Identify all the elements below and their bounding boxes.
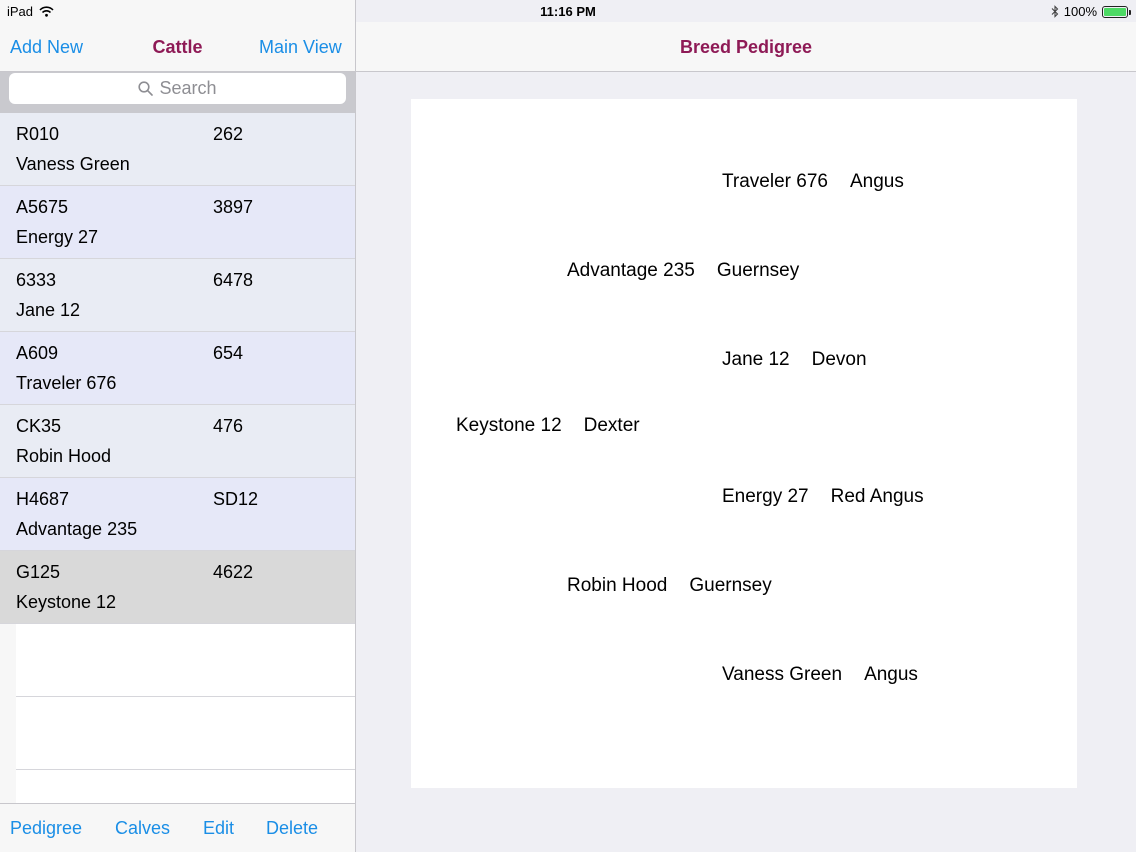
pedigree-name: Robin Hood xyxy=(567,575,668,596)
list-item-name: Keystone 12 xyxy=(16,592,117,612)
bluetooth-icon xyxy=(1051,5,1059,18)
delete-button[interactable]: Delete xyxy=(266,818,318,839)
list-item[interactable]: G125 4622 Keystone 12 xyxy=(0,551,355,624)
pedigree-dam-dam: Vaness Green Angus xyxy=(722,664,918,686)
pedigree-dam-sire: Energy 27 Red Angus xyxy=(722,486,924,508)
pedigree-button[interactable]: Pedigree xyxy=(10,818,82,839)
pedigree-breed: Guernsey xyxy=(716,260,800,281)
bottom-toolbar: Pedigree Calves Edit Delete xyxy=(0,803,355,852)
pedigree-name: Traveler 676 xyxy=(722,171,828,192)
list-item-name: Robin Hood xyxy=(16,446,112,466)
list-item-tag: G125 xyxy=(16,562,61,582)
search-input[interactable]: Search xyxy=(9,73,346,104)
list-item-name: Energy 27 xyxy=(16,227,99,247)
list-item-id: 4622 xyxy=(213,562,254,582)
pedigree-name: Jane 12 xyxy=(722,349,790,370)
pedigree-name: Energy 27 xyxy=(722,486,809,507)
list-item-id: SD12 xyxy=(213,489,259,509)
pedigree-sire-sire: Traveler 676 Angus xyxy=(722,171,904,193)
edit-button[interactable]: Edit xyxy=(203,818,234,839)
list-item-id: 262 xyxy=(213,124,244,144)
status-time: 11:16 PM xyxy=(540,4,596,19)
pedigree-name: Keystone 12 xyxy=(456,415,562,436)
main-view-button[interactable]: Main View xyxy=(259,37,342,58)
pedigree-self: Keystone 12 Dexter xyxy=(456,415,640,437)
list-item-id: 6478 xyxy=(213,270,254,290)
list-item-tag: A609 xyxy=(16,343,59,363)
list-item-id: 654 xyxy=(213,343,244,363)
pedigree-sire-dam: Jane 12 Devon xyxy=(722,349,867,371)
list-item-tag: CK35 xyxy=(16,416,62,436)
empty-list-row xyxy=(16,624,355,697)
pedigree-name: Advantage 235 xyxy=(567,260,695,281)
battery-percent: 100% xyxy=(1063,4,1097,19)
pedigree-name: Vaness Green xyxy=(722,664,843,685)
detail-title: Breed Pedigree xyxy=(679,37,813,57)
list-item-name: Advantage 235 xyxy=(16,519,138,539)
pedigree-breed: Guernsey xyxy=(689,575,772,596)
empty-list-row xyxy=(16,697,355,770)
calves-button[interactable]: Calves xyxy=(115,818,170,839)
search-bar: Search xyxy=(0,72,355,113)
pedigree-breed: Angus xyxy=(864,664,918,685)
list-item[interactable]: A5675 3897 Energy 27 xyxy=(0,186,355,259)
list-item-tag: A5675 xyxy=(16,197,69,217)
pedigree-dam: Robin Hood Guernsey xyxy=(567,575,772,597)
list-item[interactable]: 6333 6478 Jane 12 xyxy=(0,259,355,332)
search-icon xyxy=(138,81,154,96)
add-new-button[interactable]: Add New xyxy=(10,37,83,58)
pedigree-breed: Red Angus xyxy=(830,486,924,507)
master-panel: Add New Cattle Main View Search R010 262 V… xyxy=(0,0,356,852)
pedigree-chart: Traveler 676 Angus Advantage 235 Guernse… xyxy=(411,99,1077,788)
list-item[interactable]: R010 262 Vaness Green xyxy=(0,113,355,186)
list-item-id: 3897 xyxy=(213,197,254,217)
pedigree-sire: Advantage 235 Guernsey xyxy=(567,260,799,282)
list-item[interactable]: CK35 476 Robin Hood xyxy=(0,405,355,478)
pedigree-breed: Dexter xyxy=(583,415,640,436)
battery-icon xyxy=(1102,5,1131,18)
battery-level xyxy=(1104,7,1126,16)
master-nav-bar: Add New Cattle Main View xyxy=(0,22,355,72)
detail-nav-bar: Breed Pedigree xyxy=(356,22,1136,72)
status-bar: iPad 11:16 PM 100% xyxy=(0,0,1136,22)
list-item-id: 476 xyxy=(213,416,244,436)
list-item[interactable]: H4687 SD12 Advantage 235 xyxy=(0,478,355,551)
list-item-name: Jane 12 xyxy=(16,300,81,320)
cattle-list: R010 262 Vaness Green A5675 3897 Energy 27 633… xyxy=(0,113,355,843)
list-item[interactable]: A609 654 Traveler 676 xyxy=(0,332,355,405)
list-item-name: Vaness Green xyxy=(16,154,130,174)
list-item-tag: R010 xyxy=(16,124,60,144)
list-item-tag: 6333 xyxy=(16,270,57,290)
pedigree-breed: Angus xyxy=(849,171,904,192)
search-placeholder: Search xyxy=(159,78,217,98)
list-item-tag: H4687 xyxy=(16,489,70,509)
list-item-name: Traveler 676 xyxy=(16,373,117,393)
pedigree-breed: Devon xyxy=(811,349,867,370)
